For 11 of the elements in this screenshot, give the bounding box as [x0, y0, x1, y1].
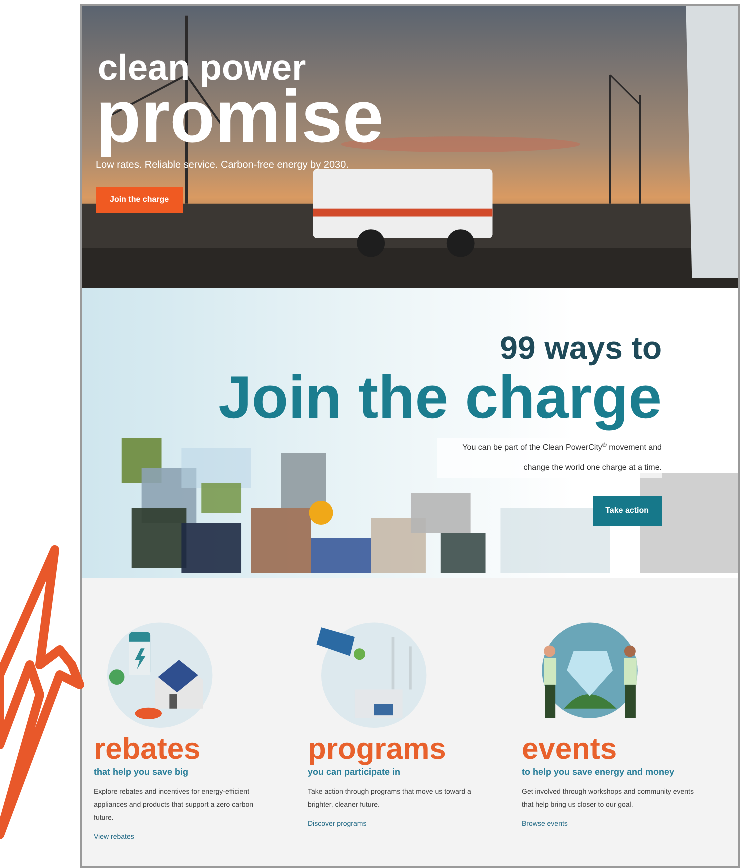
feature-title: programs	[308, 734, 446, 766]
feature-title: events	[522, 734, 618, 766]
take-action-button[interactable]: Take action	[592, 496, 662, 526]
feature-subtitle: you can participate in	[308, 766, 401, 778]
join-button[interactable]: Join the charge	[96, 187, 184, 213]
feature-subtitle: to help you save energy and money	[522, 766, 675, 778]
feature-title: rebates	[94, 734, 201, 766]
campaign-description: You can be part of the Clean PowerCity$^{®}$ movement and change the world one charge at a time.	[437, 438, 662, 478]
feature-subtitle: that help you save big	[94, 766, 189, 778]
campaign-kicker: 99 ways to	[500, 330, 662, 366]
campaign-headline: Join the charge	[218, 366, 662, 430]
